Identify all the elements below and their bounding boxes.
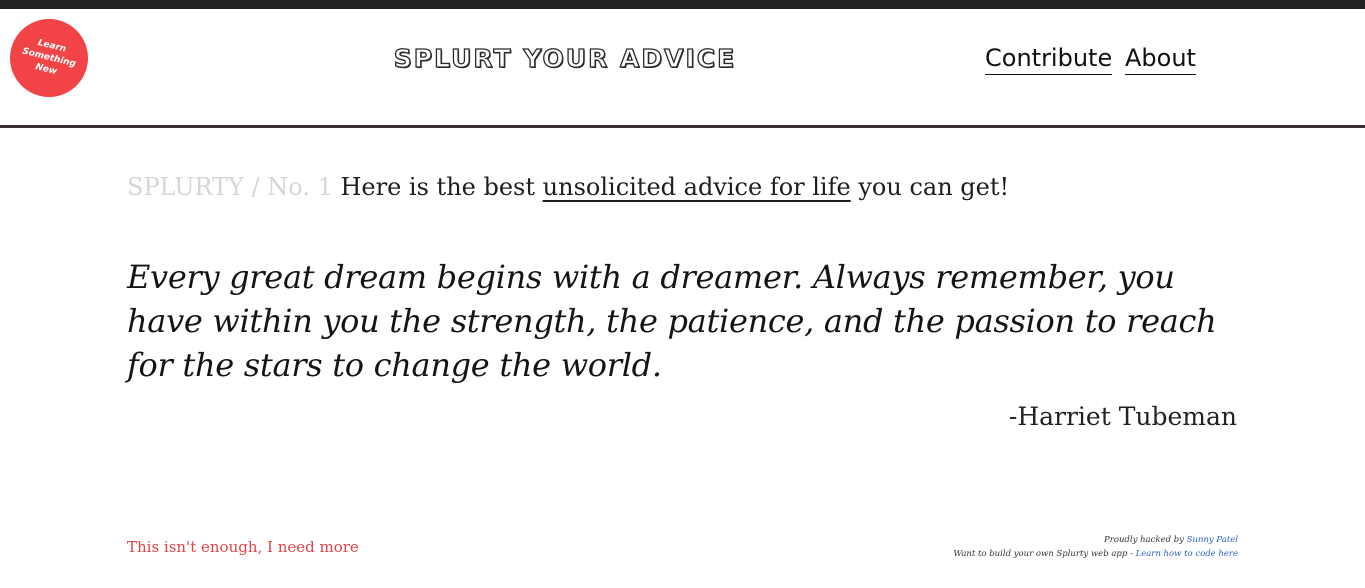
headline-suffix: you can get! [858, 173, 1010, 201]
header-divider [0, 125, 1365, 128]
credit-learn-prefix: Want to build your own Splurty web app - [953, 549, 1133, 559]
credit-prefix: Proudly hacked by [1104, 535, 1184, 545]
advice-for-life-link[interactable]: unsolicited advice for life [543, 173, 851, 201]
top-dark-bar [0, 0, 1365, 9]
headline-prefix: Here is the best [340, 173, 536, 201]
quote-author: -Harriet Tubeman [1008, 402, 1237, 431]
credit-line-2: Want to build your own Splurty web app -… [818, 547, 1238, 561]
splurty-count: SPLURTY / No. 1 [127, 173, 333, 201]
nav-about-link[interactable]: About [1125, 43, 1196, 75]
footer-credits: Proudly hacked by Sunny Patel Want to bu… [818, 533, 1238, 561]
advice-quote: Every great dream begins with a dreamer.… [127, 258, 1217, 384]
badge-label: Learn Something New [21, 38, 77, 78]
credit-author-link[interactable]: Sunny Patel [1187, 535, 1238, 545]
credit-line-1: Proudly hacked by Sunny Patel [818, 533, 1238, 547]
learn-to-code-link[interactable]: Learn how to code here [1136, 549, 1238, 559]
site-title: SPLURT YOUR ADVICE [393, 43, 737, 73]
nav-contribute-link[interactable]: Contribute [985, 43, 1113, 75]
advice-headline: SPLURTY / No. 1 Here is the best unsolic… [127, 171, 1237, 203]
need-more-link[interactable]: This isn't enough, I need more [127, 537, 359, 557]
learn-something-new-badge[interactable]: Learn Something New [10, 19, 88, 97]
